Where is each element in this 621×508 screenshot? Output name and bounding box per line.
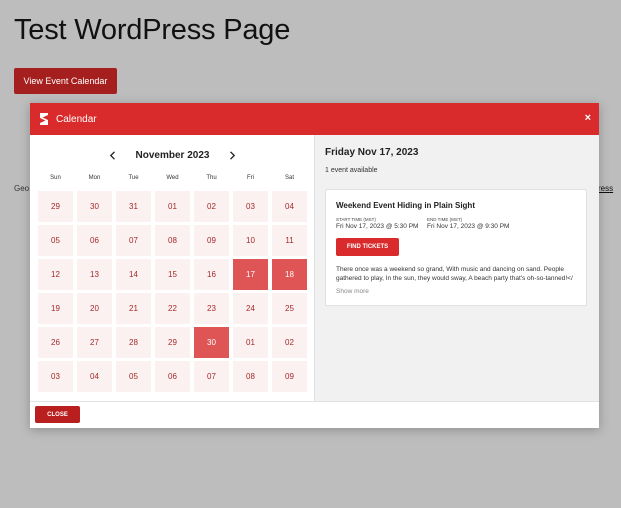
end-time-value: Fri Nov 17, 2023 @ 9:30 PM bbox=[427, 223, 510, 230]
calendar-day[interactable]: 22 bbox=[155, 293, 190, 324]
calendar-day[interactable]: 29 bbox=[155, 327, 190, 358]
calendar-day[interactable]: 07 bbox=[116, 225, 151, 256]
calendar-day[interactable]: 03 bbox=[233, 191, 268, 222]
calendar-day[interactable]: 29 bbox=[38, 191, 73, 222]
weekday-header: Sun Mon Tue Wed Thu Fri Sat bbox=[38, 175, 307, 181]
calendar-day[interactable]: 08 bbox=[155, 225, 190, 256]
calendar-day[interactable]: 05 bbox=[38, 225, 73, 256]
calendar-day[interactable]: 08 bbox=[233, 361, 268, 392]
calendar-day[interactable]: 23 bbox=[194, 293, 229, 324]
calendar-day[interactable]: 16 bbox=[194, 259, 229, 290]
logo-icon bbox=[40, 113, 48, 125]
calendar-day[interactable]: 06 bbox=[155, 361, 190, 392]
event-description: There once was a weekend so grand, With … bbox=[336, 266, 573, 282]
calendar-day[interactable]: 03 bbox=[38, 361, 73, 392]
previous-month-icon[interactable] bbox=[106, 148, 120, 162]
calendar-day[interactable]: 11 bbox=[272, 225, 307, 256]
weekday-label: Thu bbox=[206, 175, 217, 181]
modal-header: Calendar × bbox=[30, 103, 599, 135]
calendar-day[interactable]: 27 bbox=[77, 327, 112, 358]
calendar-pane: November 2023 Sun Mon Tue Wed Thu Fri Sat 29 30… bbox=[30, 135, 315, 401]
modal-title: Calendar bbox=[56, 113, 97, 125]
calendar-day[interactable]: 01 bbox=[233, 327, 268, 358]
calendar-modal: Calendar × November 2023 Sun Mon Tue Wed Thu… bbox=[30, 103, 599, 428]
calendar-day[interactable]: 09 bbox=[194, 225, 229, 256]
selected-date-heading: Friday Nov 17, 2023 bbox=[325, 147, 419, 158]
start-time-label: START TIME (MST) bbox=[336, 217, 376, 222]
calendar-day[interactable]: 05 bbox=[116, 361, 151, 392]
month-label: November 2023 bbox=[135, 149, 210, 161]
event-detail-pane: Friday Nov 17, 2023 1 event available We… bbox=[315, 135, 599, 401]
calendar-day[interactable]: 06 bbox=[77, 225, 112, 256]
calendar-day[interactable]: 24 bbox=[233, 293, 268, 324]
find-tickets-button[interactable]: FIND TICKETS bbox=[336, 238, 399, 256]
weekday-label: Fri bbox=[247, 175, 254, 181]
calendar-day[interactable]: 09 bbox=[272, 361, 307, 392]
event-title: Weekend Event Hiding in Plain Sight bbox=[336, 201, 475, 210]
page-title: Test WordPress Page bbox=[14, 14, 291, 46]
weekday-label: Mon bbox=[88, 175, 101, 181]
calendar-day[interactable]: 12 bbox=[38, 259, 73, 290]
background-text-fragment: Geo bbox=[14, 184, 30, 193]
month-navigation: November 2023 bbox=[30, 148, 315, 162]
view-event-calendar-button[interactable]: View Event Calendar bbox=[14, 68, 117, 94]
calendar-day-with-event[interactable]: 17 bbox=[233, 259, 268, 290]
calendar-day[interactable]: 19 bbox=[38, 293, 73, 324]
calendar-day[interactable]: 20 bbox=[77, 293, 112, 324]
calendar-day-with-event[interactable]: 30 bbox=[194, 327, 229, 358]
weekday-label: Tue bbox=[128, 175, 139, 181]
calendar-day[interactable]: 26 bbox=[38, 327, 73, 358]
calendar-day-with-event[interactable]: 18 bbox=[272, 259, 307, 290]
next-month-icon[interactable] bbox=[225, 148, 239, 162]
calendar-day[interactable]: 13 bbox=[77, 259, 112, 290]
event-card: Weekend Event Hiding in Plain Sight STAR… bbox=[325, 189, 587, 306]
calendar-day[interactable]: 21 bbox=[116, 293, 151, 324]
close-button[interactable]: CLOSE bbox=[35, 406, 80, 423]
calendar-day[interactable]: 10 bbox=[233, 225, 268, 256]
weekday-label: Wed bbox=[166, 175, 179, 181]
calendar-day[interactable]: 02 bbox=[194, 191, 229, 222]
calendar-day[interactable]: 02 bbox=[272, 327, 307, 358]
end-time-label: END TIME (MST) bbox=[427, 217, 463, 222]
calendar-day[interactable]: 25 bbox=[272, 293, 307, 324]
weekday-label: Sat bbox=[284, 175, 294, 181]
event-count: 1 event available bbox=[325, 167, 378, 174]
calendar-day[interactable]: 07 bbox=[194, 361, 229, 392]
calendar-day[interactable]: 28 bbox=[116, 327, 151, 358]
calendar-day[interactable]: 15 bbox=[155, 259, 190, 290]
calendar-day[interactable]: 31 bbox=[116, 191, 151, 222]
show-more-link[interactable]: Show more bbox=[336, 288, 369, 295]
calendar-day-grid: 29 30 31 01 02 03 04 05 06 07 08 09 10 11 12 13 14 15 16 17… bbox=[38, 191, 307, 392]
weekday-label: Sun bbox=[50, 175, 61, 181]
start-time-value: Fri Nov 17, 2023 @ 5:30 PM bbox=[336, 223, 419, 230]
calendar-day[interactable]: 01 bbox=[155, 191, 190, 222]
modal-footer: CLOSE bbox=[30, 401, 599, 428]
calendar-day[interactable]: 30 bbox=[77, 191, 112, 222]
close-icon[interactable]: × bbox=[585, 112, 591, 124]
background-link-fragment[interactable]: ress bbox=[598, 184, 613, 193]
calendar-day[interactable]: 04 bbox=[272, 191, 307, 222]
calendar-day[interactable]: 04 bbox=[77, 361, 112, 392]
calendar-day[interactable]: 14 bbox=[116, 259, 151, 290]
